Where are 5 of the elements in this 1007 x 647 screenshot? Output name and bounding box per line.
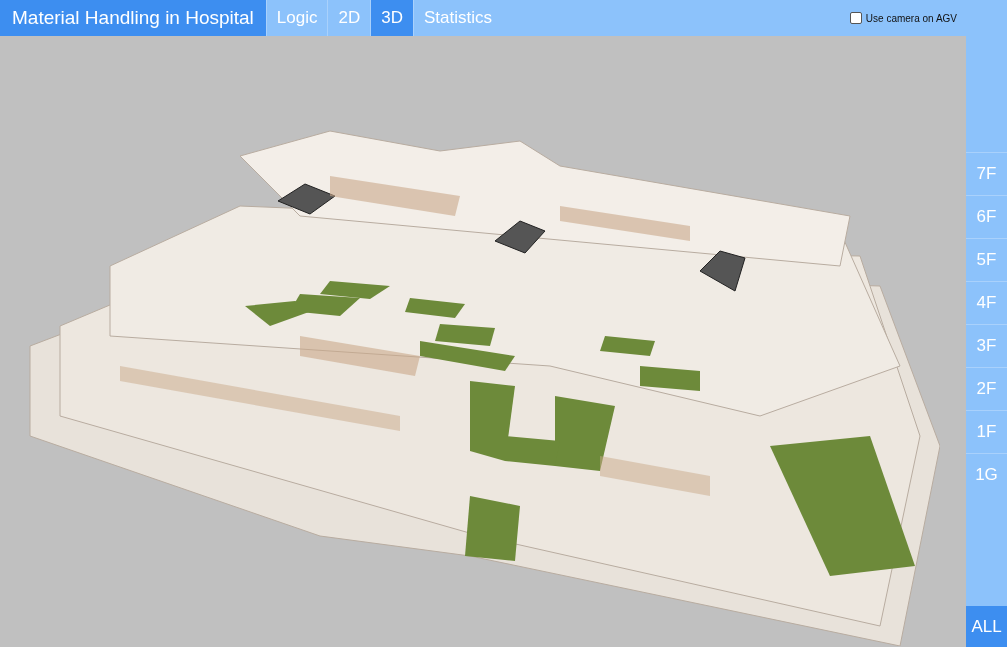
all-floors-button[interactable]: ALL — [966, 606, 1007, 647]
checkbox[interactable] — [849, 12, 862, 24]
app-title: Material Handling in Hospital — [0, 0, 266, 36]
camera-checkbox-option[interactable]: Use camera on AGV — [849, 0, 957, 36]
view-tab[interactable]: 3D — [370, 0, 413, 36]
